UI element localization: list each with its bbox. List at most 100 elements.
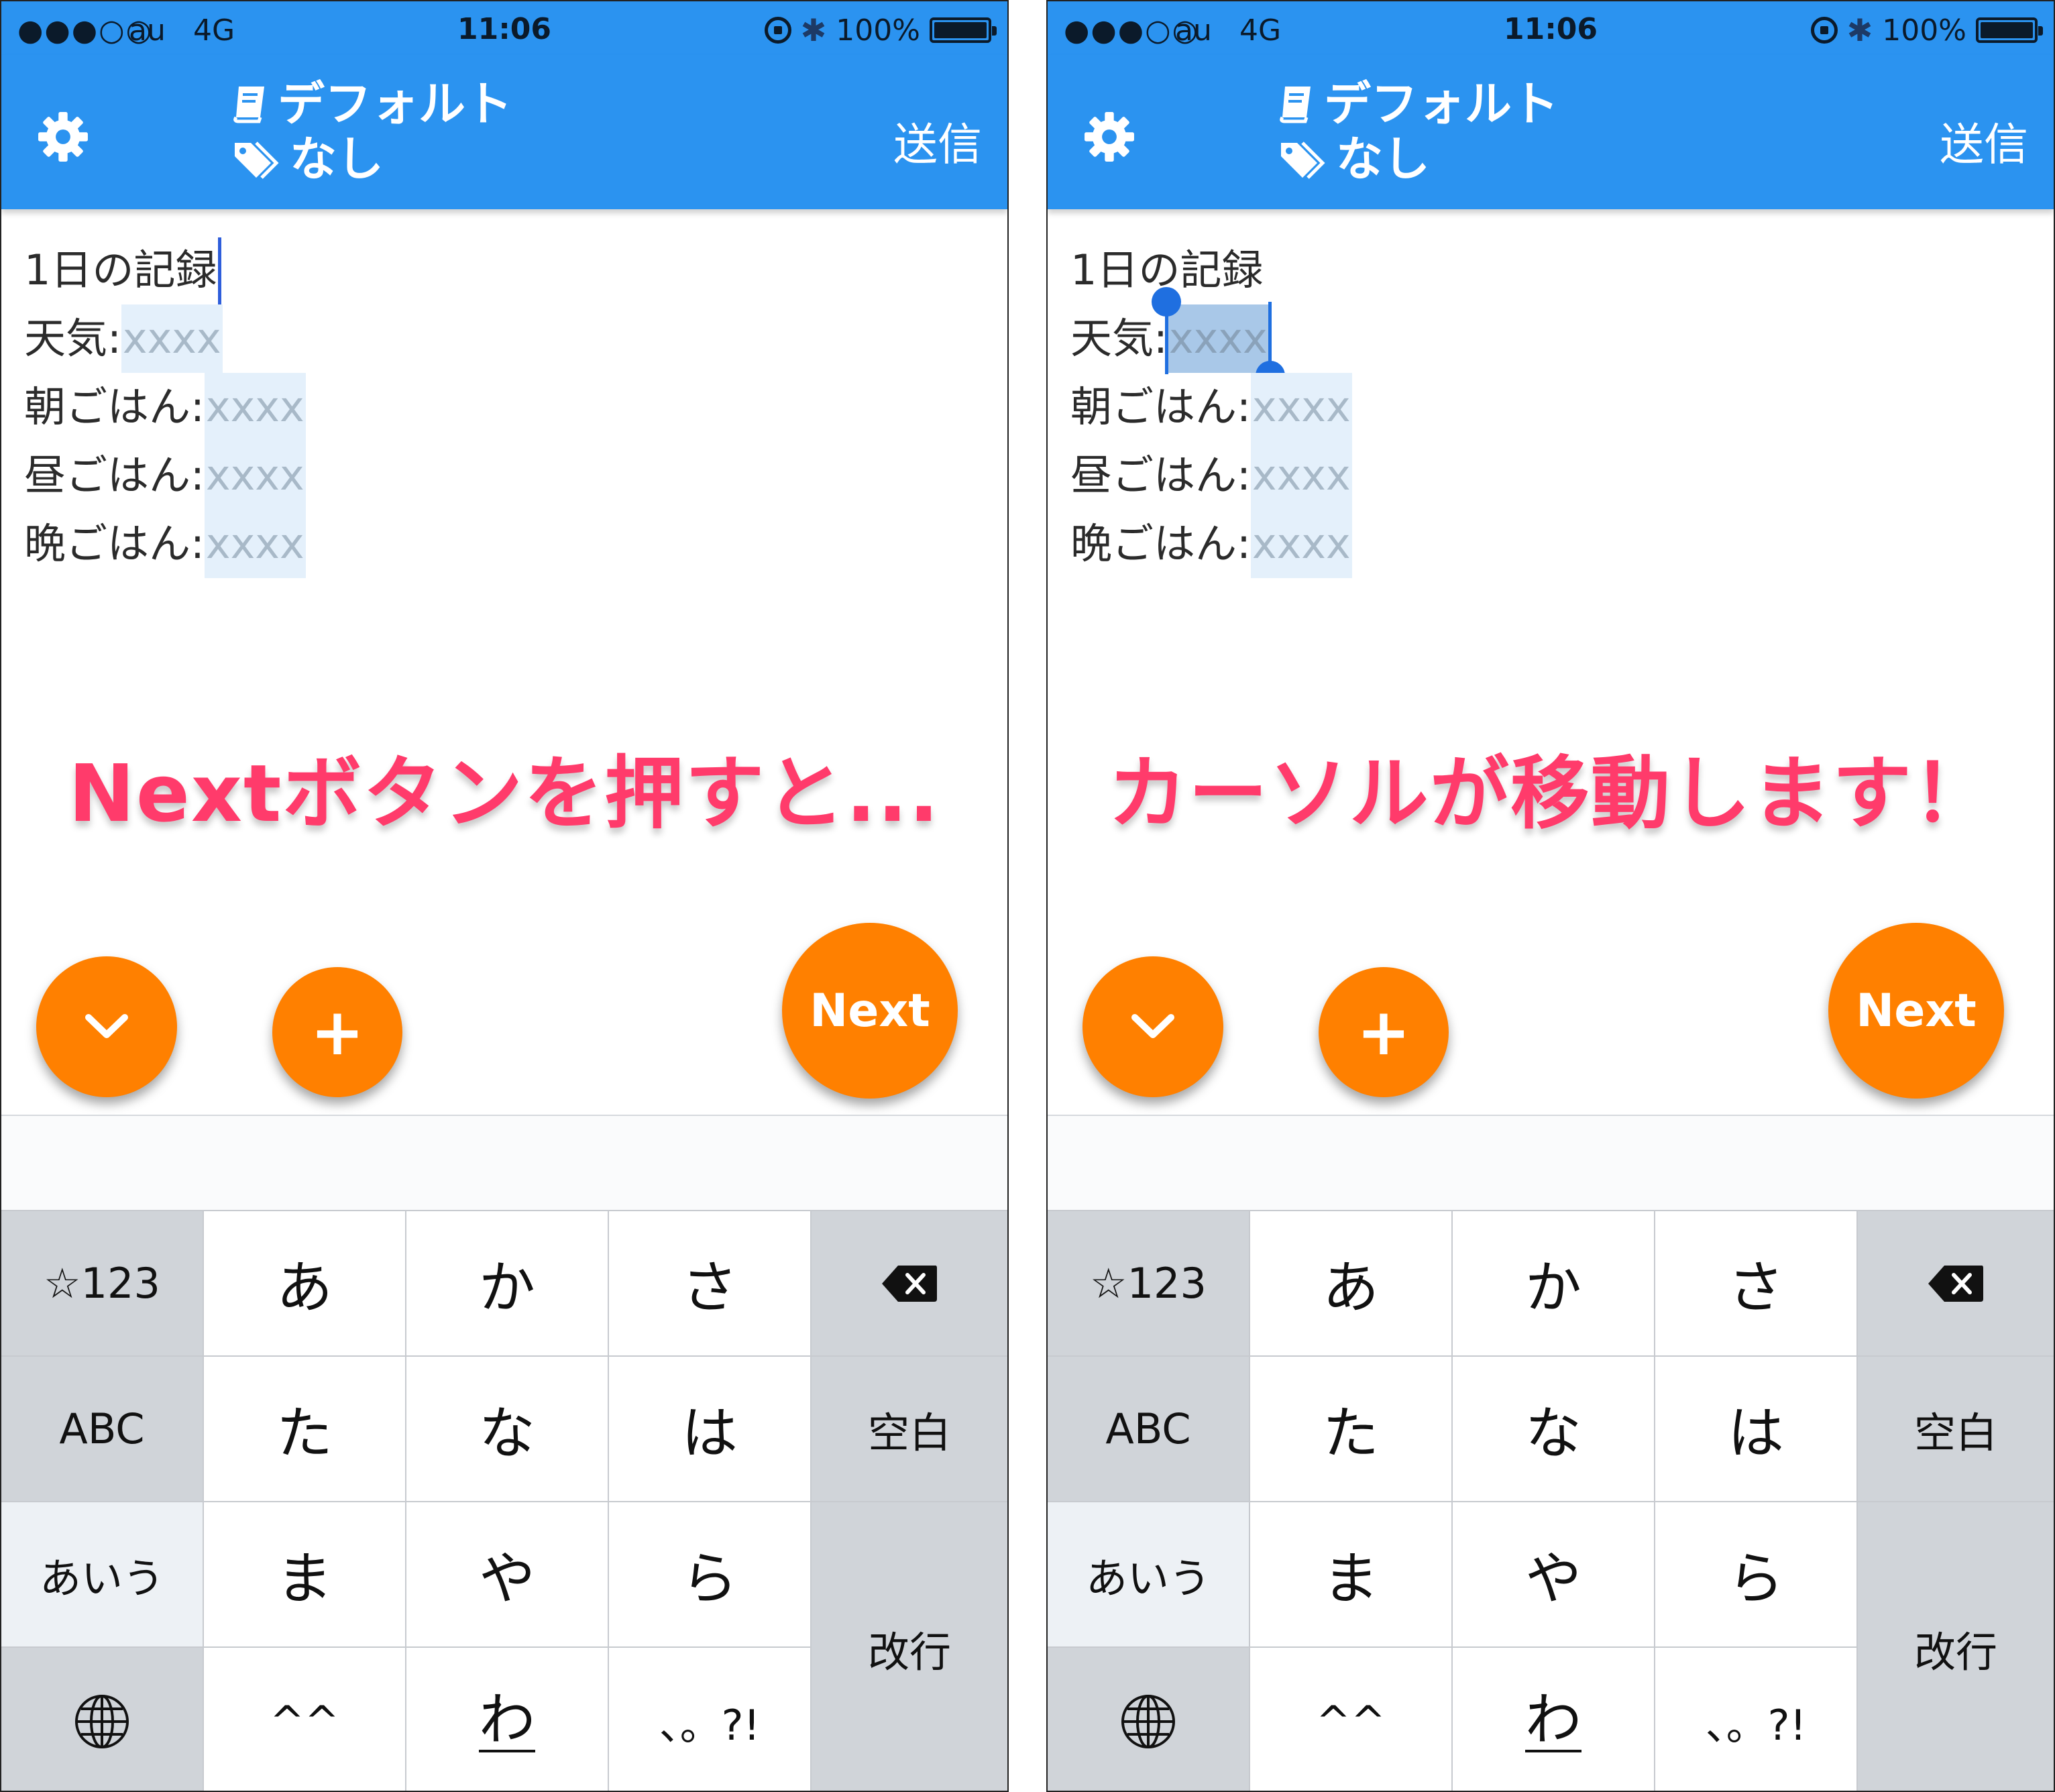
- key-ya[interactable]: や: [406, 1502, 608, 1646]
- nav-title[interactable]: デフォルト なし: [232, 76, 512, 186]
- globe-key[interactable]: [1, 1648, 203, 1791]
- return-key[interactable]: 改行: [1858, 1502, 2054, 1791]
- key-na[interactable]: な: [1453, 1357, 1654, 1501]
- delete-key[interactable]: [812, 1211, 1007, 1355]
- key-sa[interactable]: さ: [1655, 1211, 1856, 1355]
- key-ya[interactable]: や: [1453, 1502, 1654, 1646]
- key-emoticon[interactable]: ^^: [1250, 1648, 1451, 1791]
- key-a[interactable]: あ: [1250, 1211, 1451, 1355]
- key-ta[interactable]: た: [1250, 1357, 1451, 1501]
- key-ra[interactable]: ら: [1655, 1502, 1856, 1646]
- selected-placeholder-field[interactable]: xxxx: [1151, 287, 1285, 390]
- battery-icon: [930, 17, 997, 43]
- placeholder-field[interactable]: xxxx: [1250, 510, 1352, 578]
- line-text: 1日の記録: [24, 245, 217, 294]
- key-wa[interactable]: わ: [406, 1648, 608, 1791]
- key-ra[interactable]: ら: [609, 1502, 810, 1646]
- key-ma[interactable]: ま: [204, 1502, 405, 1646]
- gear-icon[interactable]: [1081, 109, 1137, 165]
- space-key[interactable]: 空白: [812, 1357, 1007, 1501]
- gear-icon[interactable]: [35, 109, 91, 165]
- placeholder-text: xxxx: [1168, 314, 1268, 363]
- tag-name: なし: [1336, 131, 1430, 186]
- editor-line: 天気:xxxx: [1070, 287, 1352, 390]
- chevron-down-icon: [85, 1014, 128, 1038]
- key-abc[interactable]: ABC: [1, 1357, 203, 1501]
- battery-percent: 100%: [836, 13, 920, 48]
- add-button[interactable]: +: [272, 967, 402, 1097]
- key-ka[interactable]: か: [1453, 1211, 1654, 1355]
- key-ha[interactable]: は: [609, 1357, 810, 1501]
- field-label: 天気:: [1070, 314, 1168, 363]
- nav-title[interactable]: デフォルト なし: [1278, 76, 1559, 186]
- keyboard: ☆123 あ か さ ABC た な は 空白 あいう ま や ら 改行 ^^ …: [1, 1210, 1007, 1791]
- editor-line: 昼ごはん:xxxx: [24, 441, 306, 510]
- text-editor[interactable]: 1日の記録 天気:xxxx 朝ごはん:xxxx 昼ごはん:xxxx 晩ごはん:x…: [1070, 236, 1352, 578]
- placeholder-field[interactable]: xxxx: [204, 373, 306, 441]
- field-label: 昼ごはん:: [24, 451, 205, 500]
- key-wa[interactable]: わ: [1453, 1648, 1654, 1791]
- plus-icon: +: [1356, 995, 1411, 1070]
- field-label: 朝ごはん:: [1070, 382, 1251, 431]
- bluetooth-icon: ✱: [800, 12, 827, 48]
- notebook-name: デフォルト: [278, 76, 512, 131]
- notebook-icon: [233, 87, 264, 123]
- key-ma[interactable]: ま: [1250, 1502, 1451, 1646]
- key-punctuation[interactable]: 、。?!: [609, 1648, 810, 1791]
- placeholder-field[interactable]: xxxx: [121, 304, 223, 373]
- placeholder-field[interactable]: xxxx: [204, 441, 306, 510]
- key-symbols[interactable]: ☆123: [1, 1211, 203, 1355]
- add-button[interactable]: +: [1319, 967, 1449, 1097]
- text-editor[interactable]: 1日の記録 天気:xxxx 朝ごはん:xxxx 昼ごはん:xxxx 晩ごはん:x…: [24, 236, 306, 578]
- space-key[interactable]: 空白: [1858, 1357, 2054, 1501]
- key-ka[interactable]: か: [406, 1211, 608, 1355]
- key-ta[interactable]: た: [204, 1357, 405, 1501]
- keyboard-accessory-bar: [1, 1115, 1007, 1211]
- selection-start-handle[interactable]: [1151, 287, 1181, 317]
- key-kana-mode[interactable]: あいう: [1048, 1502, 1249, 1646]
- tag-icon: [235, 142, 279, 179]
- key-a[interactable]: あ: [204, 1211, 405, 1355]
- next-button[interactable]: Next: [782, 923, 958, 1099]
- notebook-icon: [1280, 87, 1311, 123]
- send-button[interactable]: 送信: [893, 109, 982, 173]
- editor-line: 朝ごはん:xxxx: [24, 373, 306, 441]
- key-emoticon[interactable]: ^^: [204, 1648, 405, 1791]
- phone-screen-right: ●●●○○ au 4G 11:06 ✱ 100% デフォルト なし 送信 1日の…: [1046, 0, 2055, 1792]
- key-kana-mode[interactable]: あいう: [1, 1502, 203, 1646]
- key-ha[interactable]: は: [1655, 1357, 1856, 1501]
- key-symbols[interactable]: ☆123: [1048, 1211, 1249, 1355]
- editor-line: 天気:xxxx: [24, 304, 306, 373]
- bluetooth-icon: ✱: [1846, 12, 1873, 48]
- annotation-caption: カーソルが移動します！: [1105, 744, 1995, 842]
- editor-line: 晩ごはん:xxxx: [1070, 510, 1352, 578]
- notebook-name: デフォルト: [1324, 76, 1559, 131]
- key-wa-label: わ: [1524, 1687, 1581, 1753]
- backspace-icon: [1928, 1265, 1983, 1302]
- key-abc[interactable]: ABC: [1048, 1357, 1249, 1501]
- placeholder-field[interactable]: xxxx: [1250, 373, 1352, 441]
- field-label: 昼ごはん:: [1070, 451, 1251, 500]
- annotation-caption: Nextボタンを押すと...: [66, 744, 942, 842]
- globe-icon: [75, 1694, 129, 1748]
- hide-keyboard-button[interactable]: [36, 956, 177, 1097]
- key-sa[interactable]: さ: [609, 1211, 810, 1355]
- globe-key[interactable]: [1048, 1648, 1249, 1791]
- return-key[interactable]: 改行: [812, 1502, 1007, 1791]
- keyboard-accessory-bar: [1048, 1115, 2054, 1211]
- next-button[interactable]: Next: [1828, 923, 2004, 1099]
- placeholder-field[interactable]: xxxx: [1250, 441, 1352, 510]
- placeholder-field[interactable]: xxxx: [204, 510, 306, 578]
- key-na[interactable]: な: [406, 1357, 608, 1501]
- hide-keyboard-button[interactable]: [1082, 956, 1223, 1097]
- rotation-lock-icon: [1810, 17, 1838, 44]
- battery-percent: 100%: [1882, 13, 1966, 48]
- field-label: 天気:: [24, 314, 121, 363]
- key-punctuation[interactable]: 、。?!: [1655, 1648, 1856, 1791]
- tag-name: なし: [290, 131, 384, 186]
- battery-icon: [1976, 17, 2043, 43]
- status-bar: ●●●○○ au 4G 11:06 ✱ 100%: [1, 1, 1007, 55]
- status-bar: ●●●○○ au 4G 11:06 ✱ 100%: [1048, 1, 2054, 55]
- delete-key[interactable]: [1858, 1211, 2054, 1355]
- send-button[interactable]: 送信: [1940, 109, 2028, 173]
